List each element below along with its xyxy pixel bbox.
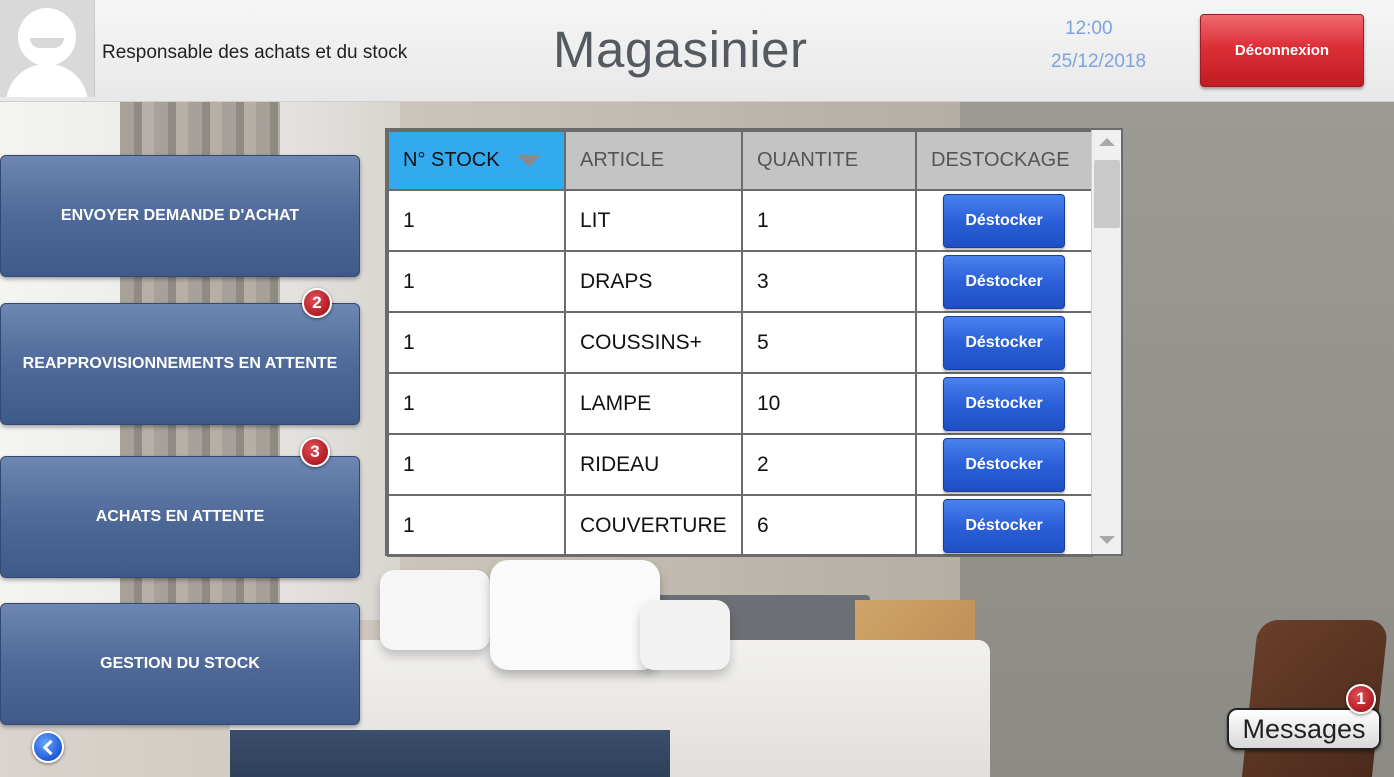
cell-action: Déstocker — [915, 494, 1093, 557]
cell-quantity: 1 — [741, 189, 917, 252]
bg-pillow — [640, 600, 730, 670]
column-header-stock[interactable]: N° STOCK — [387, 130, 566, 191]
sidebar-item-label: ENVOYER DEMANDE D'ACHAT — [60, 207, 300, 224]
destock-button[interactable]: Déstocker — [943, 193, 1065, 248]
column-header-article[interactable]: ARTICLE — [564, 130, 743, 191]
sidebar-item-label: REAPPROVISIONNEMENTS EN ATTENTE — [22, 355, 338, 372]
scroll-thumb[interactable] — [1094, 160, 1120, 228]
messages-button[interactable]: Messages — [1227, 708, 1381, 750]
sidebar-item-stock-management[interactable]: GESTION DU STOCK — [0, 603, 360, 725]
cell-quantity: 3 — [741, 250, 917, 313]
cell-article: RIDEAU — [564, 433, 743, 496]
page-title: Magasinier — [553, 21, 808, 78]
table-row: 1 COUSSINS+ 5 Déstocker — [387, 311, 1093, 374]
bg-blanket — [230, 730, 670, 777]
column-header-label: N° STOCK — [403, 149, 500, 171]
destock-button[interactable]: Déstocker — [943, 254, 1065, 309]
sidebar-item-label: GESTION DU STOCK — [100, 655, 260, 672]
scroll-up-icon[interactable] — [1099, 138, 1115, 146]
cell-stock: 1 — [387, 372, 566, 435]
table-row: 1 COUVERTURE 6 Déstocker — [387, 494, 1093, 557]
cell-stock: 1 — [387, 494, 566, 557]
bg-pillow — [490, 560, 660, 670]
notification-badge: 1 — [1346, 684, 1376, 714]
cell-article: DRAPS — [564, 250, 743, 313]
user-role: Responsable des achats et du stock — [102, 42, 408, 63]
notification-badge: 3 — [300, 437, 330, 467]
sidebar-item-send-purchase-request[interactable]: ENVOYER DEMANDE D'ACHAT — [0, 155, 360, 277]
stock-table: N° STOCK ARTICLE QUANTITE DESTOCKAGE 1 L… — [385, 128, 1123, 557]
user-avatar-icon — [0, 0, 95, 97]
cell-quantity: 6 — [741, 494, 917, 557]
cell-article: COUSSINS+ — [564, 311, 743, 374]
logout-button[interactable]: Déconnexion — [1200, 14, 1364, 87]
column-header-destocking[interactable]: DESTOCKAGE — [915, 130, 1093, 191]
cell-stock: 1 — [387, 433, 566, 496]
cell-action: Déstocker — [915, 311, 1093, 374]
table-header-row: N° STOCK ARTICLE QUANTITE DESTOCKAGE — [387, 130, 1093, 191]
sidebar-item-pending-restocks[interactable]: REAPPROVISIONNEMENTS EN ATTENTE — [0, 303, 360, 425]
notification-badge: 2 — [302, 288, 332, 318]
table-row: 1 LAMPE 10 Déstocker — [387, 372, 1093, 435]
sort-desc-icon[interactable] — [517, 154, 542, 167]
column-header-quantity[interactable]: QUANTITE — [741, 130, 917, 191]
cell-action: Déstocker — [915, 433, 1093, 496]
cell-stock: 1 — [387, 250, 566, 313]
avatar-head — [18, 8, 76, 66]
cell-article: LIT — [564, 189, 743, 252]
table-row: 1 LIT 1 Déstocker — [387, 189, 1093, 252]
cell-action: Déstocker — [915, 250, 1093, 313]
cell-action: Déstocker — [915, 189, 1093, 252]
avatar-body — [6, 64, 88, 97]
table-row: 1 DRAPS 3 Déstocker — [387, 250, 1093, 313]
cell-stock: 1 — [387, 311, 566, 374]
destock-button[interactable]: Déstocker — [943, 315, 1065, 370]
cell-quantity: 5 — [741, 311, 917, 374]
sidebar-item-label: ACHATS EN ATTENTE — [95, 508, 265, 525]
clock-date: 25/12/2018 — [1051, 51, 1147, 72]
destock-button[interactable]: Déstocker — [943, 376, 1065, 431]
cell-quantity: 2 — [741, 433, 917, 496]
destock-button[interactable]: Déstocker — [943, 498, 1065, 553]
stock-table-grid: N° STOCK ARTICLE QUANTITE DESTOCKAGE 1 L… — [387, 130, 1093, 557]
sidebar-item-pending-purchases[interactable]: ACHATS EN ATTENTE — [0, 456, 360, 578]
back-arrow-icon[interactable] — [32, 731, 64, 763]
cell-action: Déstocker — [915, 372, 1093, 435]
header-bar: Responsable des achats et du stock Magas… — [0, 0, 1394, 102]
cell-article: LAMPE — [564, 372, 743, 435]
destock-button[interactable]: Déstocker — [943, 437, 1065, 492]
column-header-label: ARTICLE — [580, 149, 665, 171]
table-scrollbar[interactable] — [1091, 130, 1121, 554]
bg-pillow — [380, 570, 490, 650]
table-row: 1 RIDEAU 2 Déstocker — [387, 433, 1093, 496]
cell-stock: 1 — [387, 189, 566, 252]
scroll-down-icon[interactable] — [1099, 536, 1115, 544]
column-header-label: DESTOCKAGE — [931, 149, 1070, 171]
clock-time: 12:00 — [1065, 18, 1113, 39]
cell-quantity: 10 — [741, 372, 917, 435]
column-header-label: QUANTITE — [757, 149, 859, 171]
cell-article: COUVERTURE — [564, 494, 743, 557]
